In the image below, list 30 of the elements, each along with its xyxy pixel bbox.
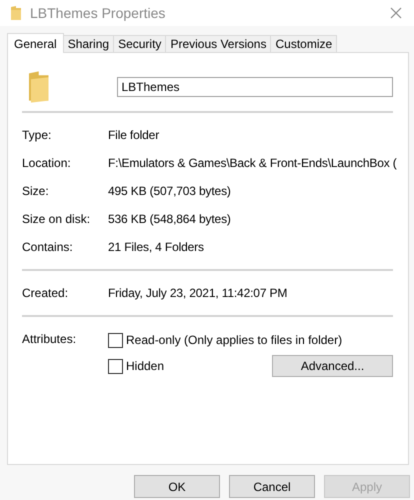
tab[interactable]: Sharing bbox=[62, 35, 114, 52]
property-label: Type: bbox=[22, 128, 52, 142]
property-label: Created: bbox=[22, 286, 70, 300]
property-label: Location: bbox=[22, 156, 72, 170]
property-label: Size: bbox=[22, 184, 50, 198]
tab[interactable]: Customize bbox=[270, 35, 338, 52]
property-value: F:\Emulators & Games\Back & Front-Ends\LaunchBox ( bbox=[108, 156, 397, 170]
property-value: Friday, July 23, 2021, 11:42:07 PM bbox=[108, 286, 288, 300]
property-label: Size on disk: bbox=[22, 212, 92, 226]
checkbox-box[interactable] bbox=[108, 358, 123, 374]
property-value: 21 Files, 4 Folders bbox=[108, 240, 204, 254]
property-value: 495 KB (507,703 bytes) bbox=[108, 184, 231, 198]
close-icon[interactable] bbox=[390, 7, 402, 19]
checkbox-box[interactable] bbox=[108, 332, 123, 348]
tab[interactable]: Security bbox=[113, 35, 166, 52]
tab[interactable]: General bbox=[7, 33, 64, 53]
checkbox[interactable]: Read-only (Only applies to files in folder) bbox=[108, 332, 342, 348]
checkbox[interactable]: Hidden bbox=[108, 358, 164, 374]
property-label: Contains: bbox=[22, 240, 74, 254]
window-title: LBThemes Properties bbox=[30, 5, 166, 21]
property-value: 536 KB (548,864 bytes) bbox=[108, 212, 231, 226]
folder-icon bbox=[10, 5, 22, 21]
dialog-button[interactable]: OK bbox=[134, 475, 220, 498]
folder-icon bbox=[28, 71, 50, 103]
dialog-button[interactable]: Cancel bbox=[229, 475, 315, 498]
advanced-button[interactable]: Advanced... bbox=[272, 355, 393, 377]
tab[interactable]: Previous Versions bbox=[165, 35, 272, 52]
property-value: File folder bbox=[108, 128, 160, 142]
attributes-label: Attributes: bbox=[22, 331, 78, 348]
name-field[interactable]: LBThemes bbox=[117, 77, 393, 97]
